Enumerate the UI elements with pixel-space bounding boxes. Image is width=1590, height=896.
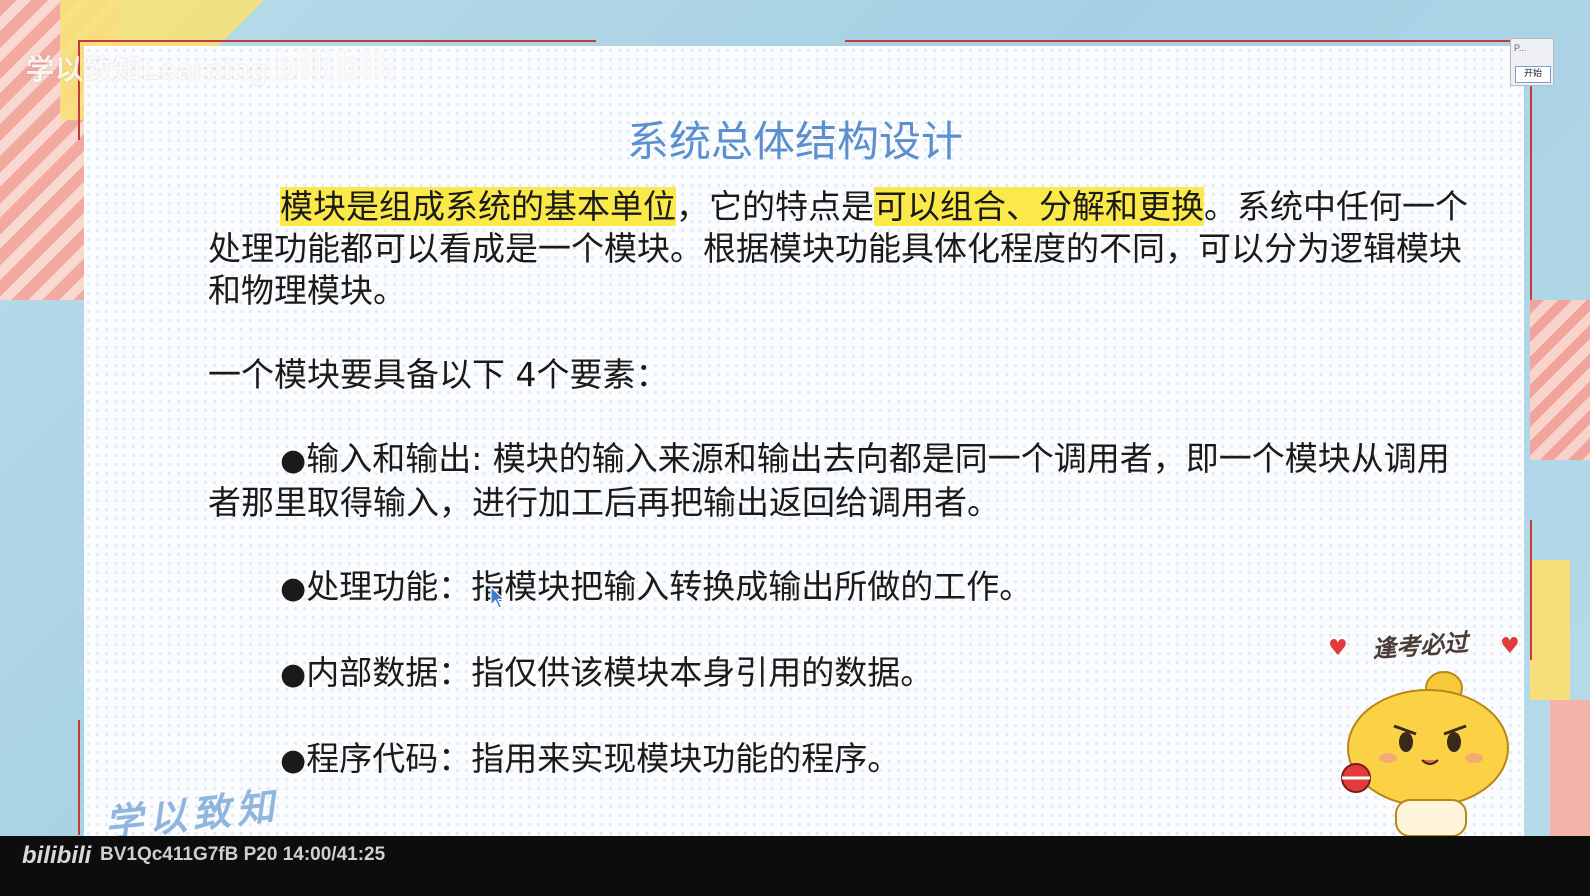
bullet-icon: ● xyxy=(280,743,307,778)
mini-window-label: P... xyxy=(1514,43,1527,53)
heart-icon: ♥ xyxy=(1500,634,1520,659)
mini-window: P... 开始 xyxy=(1510,38,1554,86)
start-button[interactable]: 开始 xyxy=(1515,66,1551,83)
bullet-icon: ● xyxy=(280,571,307,606)
decor-yellow-right xyxy=(1530,560,1570,700)
frame-line xyxy=(845,40,1513,42)
decor-stripes-right xyxy=(1530,300,1590,460)
watermark-top: 学以致知Learning bilibili xyxy=(26,44,398,89)
paragraph-text: ，它的特点是 xyxy=(676,187,874,226)
bullet-icon: ● xyxy=(280,443,307,478)
watermark-text: 学以致知Learning xyxy=(26,54,269,85)
frame-line xyxy=(78,720,80,835)
slide-body: 模块是组成系统的基本单位，它的特点是可以组合、分解和更换。系统中任何一个处理功能… xyxy=(208,186,1478,782)
slide-title: 系统总体结构设计 xyxy=(626,117,963,166)
list-item-text: 输入和输出: 模块的输入来源和输出去向都是同一个调用者，即一个模块从调用者那里取… xyxy=(208,439,1450,522)
frame-line xyxy=(78,40,596,42)
paragraph-definition: 模块是组成系统的基本单位，它的特点是可以组合、分解和更换。系统中任何一个处理功能… xyxy=(208,186,1478,312)
mouse-cursor-icon xyxy=(490,586,506,609)
bullet-icon: ● xyxy=(280,657,307,692)
bilibili-logo-watermark: bilibili xyxy=(274,44,398,88)
bilibili-logo: bilibili xyxy=(22,842,92,869)
decor-pink-right xyxy=(1550,700,1590,840)
list-item: ●处理功能：指模块把输入转换成输出所做的工作。 xyxy=(208,566,1478,610)
list-item-text: 处理功能：指模块把输入转换成输出所做的工作。 xyxy=(306,567,1033,606)
sticker-text: 逢考必过 xyxy=(1371,628,1470,664)
bottom-bar: bilibili BV1Qc411G7fB P20 14:00/41:25 xyxy=(0,836,1590,896)
list-item-text: 内部数据：指仅供该模块本身引用的数据。 xyxy=(306,653,934,692)
elements-intro: 一个模块要具备以下 4个要素： xyxy=(208,355,669,394)
video-info: BV1Qc411G7fB P20 14:00/41:25 xyxy=(100,844,386,865)
highlight-text: 模块是组成系统的基本单位 xyxy=(280,187,676,226)
frame-line xyxy=(1530,520,1532,660)
list-item: ●内部数据：指仅供该模块本身引用的数据。 xyxy=(208,652,1478,696)
list-item-text: 程序代码：指用来实现模块功能的程序。 xyxy=(306,739,901,778)
list-item: ●程序代码：指用来实现模块功能的程序。 xyxy=(208,738,1478,782)
list-item: ●输入和输出: 模块的输入来源和输出去向都是同一个调用者，即一个模块从调用者那里… xyxy=(208,438,1478,524)
mascot-sticker-icon xyxy=(1341,671,1509,836)
heart-icon: ♥ xyxy=(1328,636,1348,661)
highlight-text: 可以组合、分解和更换 xyxy=(874,187,1204,226)
